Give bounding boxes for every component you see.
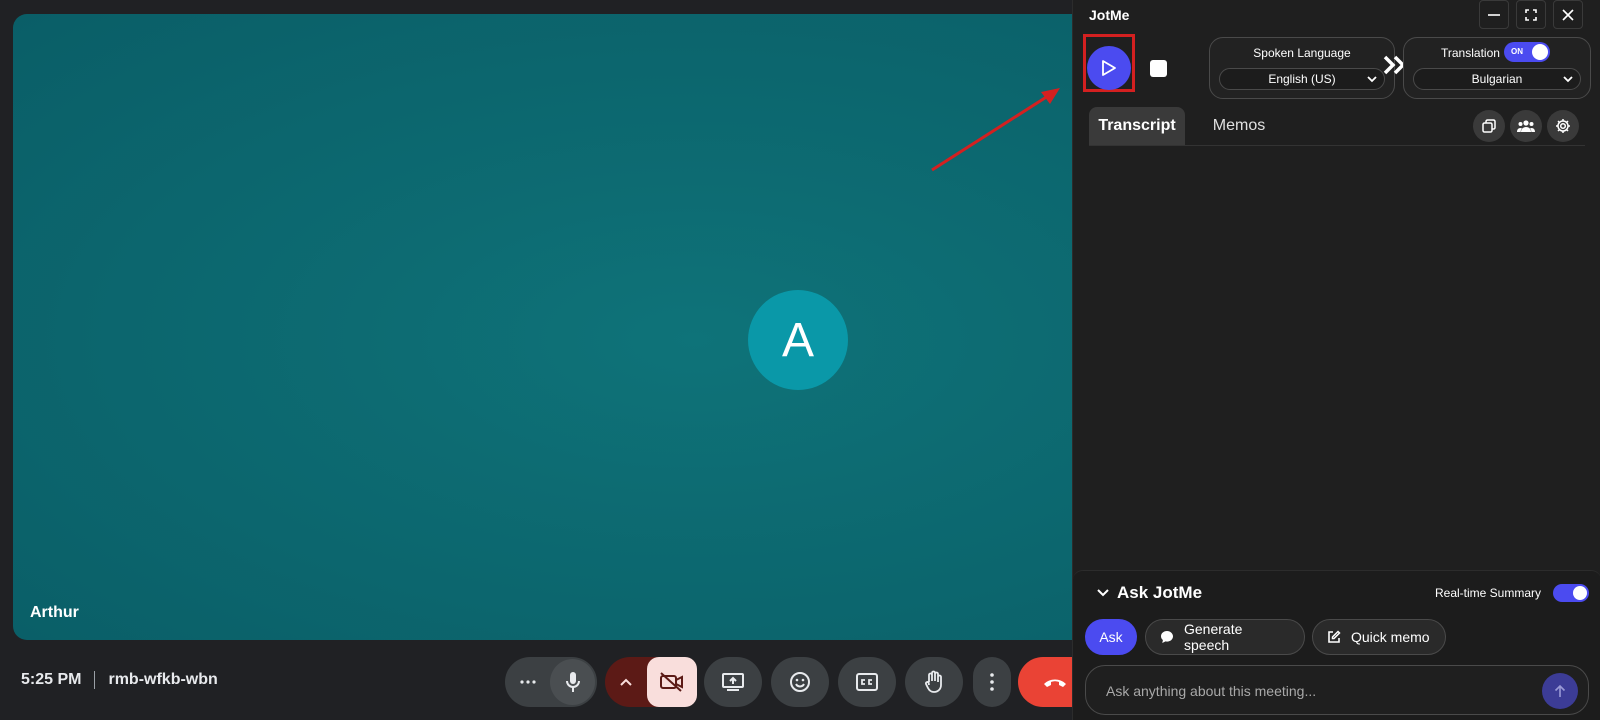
camera-toggle-button[interactable] [647, 657, 697, 707]
meeting-info-divider [94, 671, 96, 689]
ask-chip[interactable]: Ask [1085, 619, 1137, 655]
copy-button[interactable] [1473, 110, 1505, 142]
mic-button[interactable] [550, 659, 595, 705]
jotme-panel: JotMe Spoken Language English (US) Trans… [1072, 0, 1600, 720]
edit-icon [1327, 630, 1341, 644]
gear-icon [1556, 119, 1570, 133]
copy-icon [1482, 119, 1496, 133]
generate-speech-chip[interactable]: Generate speech [1145, 619, 1305, 655]
participant-avatar: A [748, 290, 848, 390]
raise-hand-button[interactable] [905, 657, 963, 707]
ask-jotme-section: Ask JotMe Real-time Summary Ask Generate… [1073, 570, 1600, 720]
spoken-language-select[interactable]: English (US) [1219, 68, 1385, 90]
ask-jotme-title: Ask JotMe [1117, 583, 1203, 602]
quick-memo-label: Quick memo [1351, 629, 1430, 645]
translation-label: Translation [1441, 46, 1500, 60]
video-options-button[interactable] [605, 657, 647, 707]
translation-toggle-text: ON [1511, 47, 1523, 56]
arrow-up-icon [1554, 684, 1566, 697]
chevron-down-icon [1563, 76, 1573, 83]
translation-box: Translation ON Bulgarian [1403, 37, 1591, 99]
more-vertical-icon [990, 673, 994, 691]
raise-hand-icon [925, 670, 942, 693]
settings-button[interactable] [1547, 110, 1579, 142]
translation-toggle[interactable]: ON [1504, 42, 1550, 62]
more-horizontal-icon [519, 680, 536, 684]
spoken-language-value: English (US) [1268, 72, 1336, 86]
toggle-knob [1532, 44, 1548, 60]
camera-control-group [605, 657, 697, 707]
minimize-icon [1488, 13, 1500, 16]
send-button[interactable] [1542, 673, 1578, 709]
spoken-language-label: Spoken Language [1253, 46, 1351, 60]
translation-language-value: Bulgarian [1471, 72, 1523, 86]
chat-bubble-icon [1160, 630, 1174, 644]
present-screen-icon [722, 673, 744, 691]
toggle-knob [1573, 586, 1587, 600]
ask-input-box [1085, 665, 1589, 715]
play-icon [1102, 60, 1116, 76]
tab-divider [1089, 145, 1585, 146]
chevron-down-icon[interactable] [1097, 587, 1109, 597]
fullscreen-button[interactable] [1516, 0, 1546, 29]
reactions-button[interactable] [771, 657, 829, 707]
meeting-code: rmb-wfkb-wbn [108, 671, 218, 688]
mic-control-group [505, 657, 597, 707]
stop-button[interactable] [1150, 60, 1167, 77]
app-root: A Arthur 5:25 PM rmb-wfkb-wbn JotMe Spok… [0, 0, 1600, 720]
tab-memos[interactable]: Memos [1203, 107, 1275, 145]
chevron-down-icon [1367, 76, 1377, 83]
audio-options-button[interactable] [505, 657, 550, 707]
hang-up-icon [1044, 679, 1066, 687]
ask-input[interactable] [1106, 680, 1506, 702]
camera-off-icon [660, 672, 683, 692]
participant-name: Arthur [30, 604, 79, 621]
spoken-language-box: Spoken Language English (US) [1209, 37, 1395, 99]
realtime-summary-toggle[interactable] [1553, 584, 1589, 602]
quick-memo-chip[interactable]: Quick memo [1312, 619, 1446, 655]
captions-icon [856, 673, 878, 691]
generate-speech-label: Generate speech [1184, 621, 1243, 653]
emoji-icon [790, 672, 810, 692]
minimize-button[interactable] [1479, 0, 1509, 29]
present-button[interactable] [704, 657, 762, 707]
more-options-button[interactable] [973, 657, 1011, 707]
people-icon [1517, 120, 1535, 132]
caret-up-icon [620, 678, 632, 686]
video-tile: A Arthur [13, 14, 1113, 640]
mic-icon [565, 672, 580, 692]
captions-button[interactable] [838, 657, 896, 707]
meeting-time: 5:25 PM [21, 671, 82, 688]
realtime-summary-label: Real-time Summary [1435, 586, 1542, 600]
fullscreen-icon [1525, 8, 1537, 21]
close-button[interactable] [1553, 0, 1583, 29]
translation-language-select[interactable]: Bulgarian [1413, 68, 1581, 90]
meeting-info: 5:25 PM rmb-wfkb-wbn [21, 671, 218, 689]
panel-title: JotMe [1089, 7, 1130, 23]
participants-button[interactable] [1510, 110, 1542, 142]
close-icon [1562, 8, 1574, 21]
start-recording-button[interactable] [1087, 46, 1131, 90]
tab-transcript[interactable]: Transcript [1089, 107, 1185, 145]
